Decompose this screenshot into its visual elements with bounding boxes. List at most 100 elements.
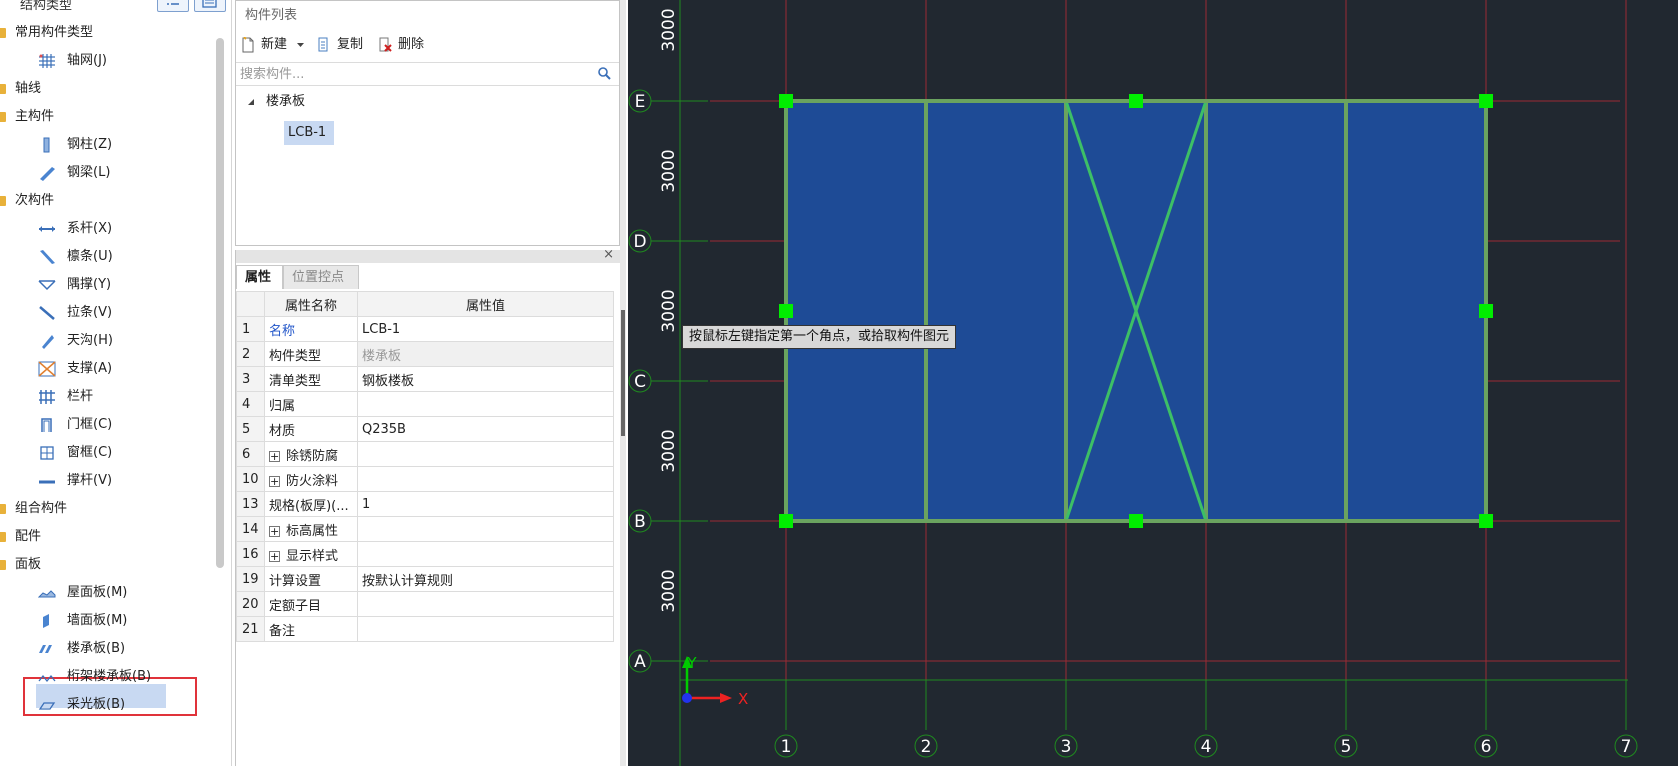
property-value[interactable] bbox=[357, 541, 614, 567]
floor-deck-panel[interactable] bbox=[1204, 99, 1348, 523]
cad-drawing[interactable]: A B C D E 1 2 3 4 5 6 7 3000 3000 3000 3000 3000 Y X bbox=[628, 0, 1678, 766]
tree-group-17[interactable]: 组合构件 bbox=[0, 496, 210, 522]
property-row[interactable]: 20 定额子目 bbox=[236, 591, 614, 617]
property-row-number: 19 bbox=[236, 566, 265, 592]
floor-deck-panel[interactable] bbox=[1344, 99, 1488, 523]
tree-item-10[interactable]: 拉条(V) bbox=[0, 300, 210, 326]
ucs-x-arrow bbox=[720, 693, 732, 703]
tree-group-19[interactable]: 面板 bbox=[0, 552, 210, 578]
property-row[interactable]: 4 归属 bbox=[236, 391, 614, 417]
expand-plus-icon[interactable]: + bbox=[269, 475, 280, 487]
tree-item-13[interactable]: 栏杆 bbox=[0, 384, 210, 410]
search-icon[interactable] bbox=[597, 66, 611, 80]
detail-view-button[interactable] bbox=[194, 0, 226, 12]
expand-plus-icon[interactable]: + bbox=[269, 525, 280, 537]
tree-item-22[interactable]: 楼承板(B) bbox=[0, 636, 210, 662]
header-property-value: 属性值 bbox=[357, 291, 614, 317]
property-row[interactable]: 10 + 防火涂料 bbox=[236, 466, 614, 492]
tree-item-14[interactable]: 门框(C) bbox=[0, 412, 210, 438]
tree-item-4[interactable]: 钢柱(Z) bbox=[0, 132, 210, 158]
property-value[interactable]: 钢板楼板 bbox=[357, 366, 614, 392]
splitter-grip[interactable] bbox=[621, 310, 625, 436]
property-row[interactable]: 3 清单类型 钢板楼板 bbox=[236, 366, 614, 392]
tree-item-9[interactable]: 隅撑(Y) bbox=[0, 272, 210, 298]
tree-item-16[interactable]: 撑杆(V) bbox=[0, 468, 210, 494]
property-value[interactable]: LCB-1 bbox=[357, 316, 614, 342]
tab-control-points[interactable]: 位置控点 bbox=[283, 265, 359, 289]
grip-handle[interactable] bbox=[1479, 94, 1493, 108]
property-value[interactable] bbox=[357, 591, 614, 617]
property-row-number: 20 bbox=[236, 591, 265, 617]
panel-splitter[interactable] bbox=[620, 0, 626, 766]
grip-handle[interactable] bbox=[779, 514, 793, 528]
tree-header: 结构类型 bbox=[0, 0, 231, 16]
tab-properties[interactable]: 属性 bbox=[236, 265, 283, 289]
property-row[interactable]: 16 + 显示样式 bbox=[236, 541, 614, 567]
property-row[interactable]: 19 计算设置 按默认计算规则 bbox=[236, 566, 614, 592]
property-row[interactable]: 14 + 标高属性 bbox=[236, 516, 614, 542]
grip-handle[interactable] bbox=[1129, 94, 1143, 108]
tree-item-23[interactable]: 桁架楼承板(B) bbox=[0, 664, 210, 690]
property-row[interactable]: 21 备注 bbox=[236, 616, 614, 642]
railing-icon bbox=[38, 389, 56, 405]
tree-group-6[interactable]: 次构件 bbox=[0, 188, 210, 214]
expand-plus-icon[interactable]: + bbox=[269, 550, 280, 562]
tree-item-24[interactable]: 采光板(B) bbox=[0, 692, 210, 718]
tree-item-15[interactable]: 窗框(C) bbox=[0, 440, 210, 466]
tree-group-2[interactable]: 轴线 bbox=[0, 76, 210, 102]
tree-item-11[interactable]: 天沟(H) bbox=[0, 328, 210, 354]
property-name: + 除锈防腐 bbox=[264, 441, 358, 467]
collapse-triangle-icon[interactable] bbox=[248, 99, 256, 105]
property-value[interactable] bbox=[357, 466, 614, 492]
property-value[interactable] bbox=[357, 391, 614, 417]
property-value[interactable]: Q235B bbox=[357, 416, 614, 442]
tree-group-3[interactable]: 主构件 bbox=[0, 104, 210, 130]
property-value[interactable]: 按默认计算规则 bbox=[357, 566, 614, 592]
property-row[interactable]: 6 + 除锈防腐 bbox=[236, 441, 614, 467]
tree-item-7[interactable]: 系杆(X) bbox=[0, 216, 210, 242]
property-row[interactable]: 13 规格(板厚)(... 1 bbox=[236, 491, 614, 517]
grip-handle[interactable] bbox=[779, 304, 793, 318]
tree-group-0[interactable]: 常用构件类型 bbox=[0, 20, 210, 46]
tree-item-label: 檩条(U) bbox=[67, 249, 113, 264]
property-value[interactable]: 1 bbox=[357, 491, 614, 517]
sag-rod-icon bbox=[38, 305, 56, 321]
property-value[interactable] bbox=[357, 516, 614, 542]
grip-handle[interactable] bbox=[1479, 514, 1493, 528]
property-row[interactable]: 5 材质 Q235B bbox=[236, 416, 614, 442]
property-value[interactable] bbox=[357, 616, 614, 642]
close-icon[interactable]: × bbox=[603, 247, 614, 262]
window-frame-icon bbox=[38, 445, 56, 461]
tree-scrollbar[interactable] bbox=[216, 38, 224, 568]
brace-icon bbox=[38, 361, 56, 377]
grip-handle[interactable] bbox=[1479, 304, 1493, 318]
property-name-text: 规格(板厚)(... bbox=[269, 498, 349, 514]
property-row[interactable]: 2 构件类型 楼承板 bbox=[236, 341, 614, 367]
drawing-canvas[interactable]: A B C D E 1 2 3 4 5 6 7 3000 3000 3000 3000 3000 Y X bbox=[628, 0, 1678, 766]
row-axis-label: E bbox=[635, 92, 646, 112]
component-search-input[interactable] bbox=[238, 64, 582, 84]
tree-item-8[interactable]: 檩条(U) bbox=[0, 244, 210, 270]
folder-icon bbox=[0, 560, 6, 570]
tree-item-label: 窗框(C) bbox=[67, 445, 113, 460]
folder-icon bbox=[0, 84, 6, 94]
tree-item-1[interactable]: 轴网(J) bbox=[0, 48, 210, 74]
tree-item-20[interactable]: 屋面板(M) bbox=[0, 580, 210, 606]
tree-item-5[interactable]: 钢梁(L) bbox=[0, 160, 210, 186]
tree-item-label: 桁架楼承板(B) bbox=[67, 669, 152, 684]
property-name: 清单类型 bbox=[264, 366, 358, 392]
floor-deck-panel[interactable] bbox=[784, 99, 928, 523]
tree-item-12[interactable]: 支撑(A) bbox=[0, 356, 210, 382]
component-item-lcb-1[interactable]: LCB-1 bbox=[284, 121, 334, 145]
tree-group-18[interactable]: 配件 bbox=[0, 524, 210, 550]
tree-item-21[interactable]: 墙面板(M) bbox=[0, 608, 210, 634]
list-view-button[interactable] bbox=[157, 0, 189, 12]
property-value[interactable] bbox=[357, 441, 614, 467]
property-value[interactable]: 楼承板 bbox=[357, 341, 614, 367]
expand-plus-icon[interactable]: + bbox=[269, 450, 280, 462]
property-name-text: 材质 bbox=[269, 423, 296, 439]
floor-deck-panel[interactable] bbox=[924, 99, 1068, 523]
grip-handle[interactable] bbox=[779, 94, 793, 108]
property-row[interactable]: 1 名称 LCB-1 bbox=[236, 316, 614, 342]
grip-handle[interactable] bbox=[1129, 514, 1143, 528]
